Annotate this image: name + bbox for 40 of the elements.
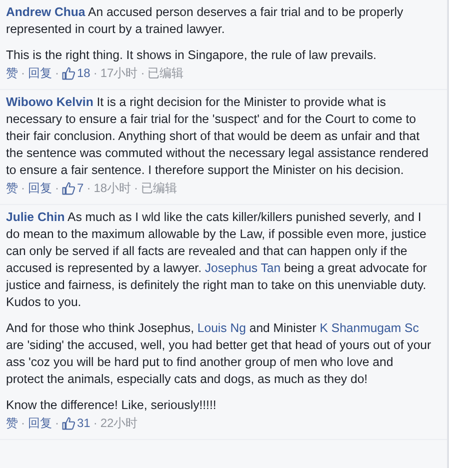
thumbs-up-icon [62,417,75,430]
separator-dot: · [21,65,25,82]
reply-link[interactable]: 回复 [28,180,52,197]
comment-text: Andrew Chua An accused person deserves a fair trial and to be properly represented in court by a trained lawyer. [6,4,404,38]
separator-dot: · [55,415,59,432]
comment-text: And for those who think Josephus, Louis Ng and Minister K Shanmugam Sc are 'siding' the accused, well, you had better get that head of yours out of your ass 'coz you will be hard put to find another group of men who love and protect the animals, especially cats and dogs, as much as they do! [6,320,432,388]
timestamp: 17小时 [100,65,138,82]
like-link[interactable]: 赞 [6,65,18,82]
separator-dot: · [93,415,98,432]
separator-dot: · [21,180,25,197]
comment-text: Know the difference! Like, seriously!!!!! [6,397,218,414]
separator-dot: · [140,65,145,82]
edited-label: 已编辑 [141,180,178,197]
like-link[interactable]: 赞 [6,415,18,432]
author-link[interactable]: Wibowo Kelvin [6,95,94,109]
separator-dot: · [55,180,59,197]
thumbs-up-icon [62,67,75,80]
separator-dot: · [55,65,59,82]
reply-link[interactable]: 回复 [28,65,52,82]
comment-text: This is the right thing. It shows in Singapore, the rule of law prevails. [6,47,378,64]
separator-dot: · [134,180,138,197]
separator-dot: · [21,415,25,432]
mention-link[interactable]: K Shanmugam Sc [320,321,419,335]
separator-dot: · [93,65,98,82]
mention-link[interactable]: Louis Ng [197,321,246,335]
author-link[interactable]: Julie Chin [6,210,65,224]
author-link[interactable]: Andrew Chua [6,5,86,19]
like-count: 18 [77,65,90,82]
comment-text: Wibowo Kelvin It is a right decision for the Minister to provide what is necessary to ensure a fair trial for the 'suspect' and for the Court to come to their fair conclusion. Anything short of that would be deem as unfair and that the sentence was commuted without the necessary legal assistance rendered to ensure a fair sentence. I therefore support the Minister on his decision. [6,94,430,179]
comment-text: Julie Chin As much as I wld like the cats killer/killers punished severly, and I do mean to the maximum allowable by the Law, if possible even more, justice can only be served if all facts are revealed and that can happen only if the accused is represented by a lawyer. Josephus Tan being a great advocate for justice and fairness, is definitely the right man to take on this unenviable duty. Kudos to you. [6,209,428,311]
timestamp: 22小时 [100,415,138,432]
mention-link[interactable]: Josephus Tan [204,261,281,275]
timestamp: 18小时 [94,180,132,197]
separator-dot: · [86,180,91,197]
thumbs-up-icon [62,182,75,195]
like-link[interactable]: 赞 [6,180,18,197]
like-count: 31 [77,415,90,432]
reply-link[interactable]: 回复 [28,415,52,432]
like-count: 7 [77,180,84,197]
edited-label: 已编辑 [148,65,184,82]
